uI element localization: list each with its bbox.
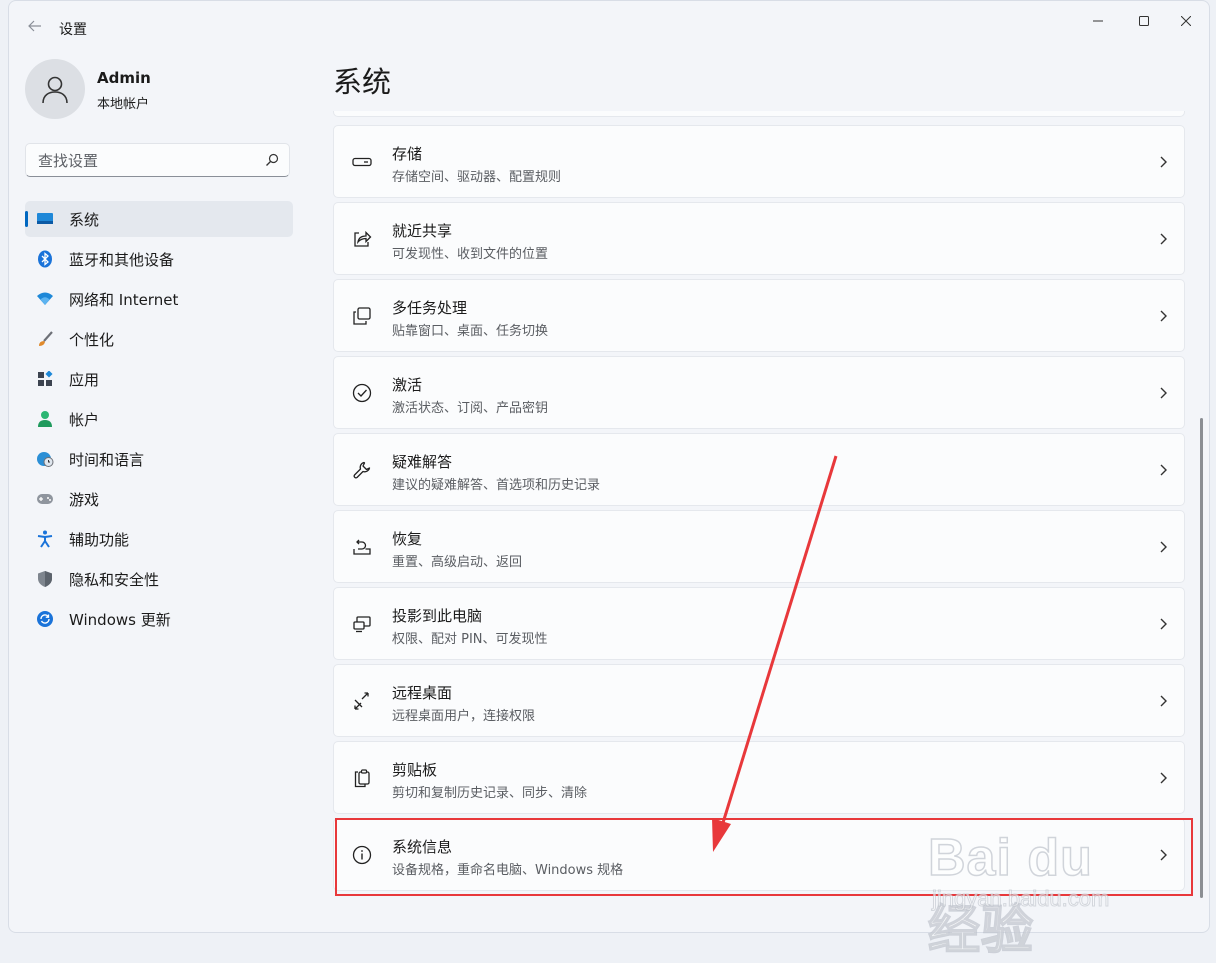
back-arrow-icon[interactable]	[23, 15, 47, 39]
card-title: 多任务处理	[392, 299, 468, 317]
sidebar-item-label: 个性化	[69, 330, 115, 349]
settings-card-partial[interactable]	[333, 111, 1185, 117]
display-icon	[36, 210, 54, 228]
sidebar-item-label: 系统	[69, 210, 100, 229]
card-title: 激活	[392, 376, 423, 394]
sidebar-item-label: Windows 更新	[69, 610, 171, 629]
card-description: 激活状态、订阅、产品密钥	[392, 401, 549, 416]
projection-icon	[351, 613, 373, 635]
card-description: 权限、配对 PIN、可发现性	[392, 632, 548, 647]
maximize-button[interactable]	[1121, 5, 1167, 37]
sidebar-item-label: 蓝牙和其他设备	[69, 250, 175, 269]
sidebar-item-label: 应用	[69, 370, 100, 389]
wifi-icon	[36, 290, 54, 308]
sidebar-item-label: 游戏	[69, 490, 100, 509]
sidebar-item-label: 时间和语言	[69, 450, 145, 469]
card-description: 剪切和复制历史记录、同步、清除	[392, 786, 588, 801]
settings-card-multitasking[interactable]: 多任务处理 贴靠窗口、桌面、任务切换	[333, 279, 1185, 352]
card-title: 远程桌面	[392, 684, 453, 702]
sidebar-item-label: 辅助功能	[69, 530, 130, 549]
bluetooth-icon	[36, 250, 54, 268]
settings-card-nearby-sharing[interactable]: 就近共享 可发现性、收到文件的位置	[333, 202, 1185, 275]
wrench-icon	[351, 459, 373, 481]
chevron-right-icon	[1160, 618, 1167, 630]
check-circle-icon	[351, 382, 373, 404]
chevron-right-icon	[1160, 387, 1167, 399]
user-name: Admin	[97, 69, 151, 87]
sidebar-item-gaming[interactable]: 游戏	[25, 481, 293, 517]
card-description: 重置、高级启动、返回	[392, 555, 523, 570]
sidebar-item-bluetooth[interactable]: 蓝牙和其他设备	[25, 241, 293, 277]
search-box[interactable]	[25, 143, 290, 177]
chevron-right-icon	[1160, 156, 1167, 168]
storage-drive-icon	[351, 151, 373, 173]
settings-card-troubleshoot[interactable]: 疑难解答 建议的疑难解答、首选项和历史记录	[333, 433, 1185, 506]
multitask-icon	[351, 305, 373, 327]
person-icon	[36, 410, 54, 428]
chevron-right-icon	[1160, 464, 1167, 476]
card-description: 远程桌面用户，连接权限	[392, 709, 536, 724]
sidebar-item-system[interactable]: 系统	[25, 201, 293, 237]
chevron-right-icon	[1160, 310, 1167, 322]
search-input[interactable]	[36, 150, 260, 172]
sidebar-item-label: 帐户	[69, 410, 100, 429]
app-title: 设置	[59, 22, 87, 38]
sidebar-item-time-language[interactable]: 时间和语言	[25, 441, 293, 477]
card-title: 存储	[392, 145, 423, 163]
close-button[interactable]	[1163, 5, 1209, 37]
card-title: 剪贴板	[392, 761, 438, 779]
card-description: 建议的疑难解答、首选项和历史记录	[392, 478, 601, 493]
share-icon	[351, 228, 373, 250]
sidebar-item-network[interactable]: 网络和 Internet	[25, 281, 293, 317]
sidebar-item-privacy[interactable]: 隐私和安全性	[25, 561, 293, 597]
title-bar: 设置	[9, 1, 1209, 49]
settings-card-clipboard[interactable]: 剪贴板 剪切和复制历史记录、同步、清除	[333, 741, 1185, 814]
search-icon[interactable]	[265, 153, 279, 167]
sidebar-item-windows-update[interactable]: Windows 更新	[25, 601, 293, 637]
card-title: 恢复	[392, 530, 423, 548]
card-description: 可发现性、收到文件的位置	[392, 247, 549, 262]
minimize-button[interactable]	[1075, 5, 1121, 37]
sidebar-item-label: 网络和 Internet	[69, 290, 179, 309]
gamepad-icon	[36, 490, 54, 508]
settings-card-storage[interactable]: 存储 存储空间、驱动器、配置规则	[333, 125, 1185, 198]
card-title: 就近共享	[392, 222, 453, 240]
chevron-right-icon	[1160, 541, 1167, 553]
accessibility-icon	[36, 530, 54, 548]
settings-card-remote-desktop[interactable]: 远程桌面 远程桌面用户，连接权限	[333, 664, 1185, 737]
baidu-jingyan-watermark: Bai du 经验 jingyan.baidu.com	[927, 808, 1158, 961]
recovery-icon	[351, 536, 373, 558]
shield-icon	[36, 570, 54, 588]
chevron-right-icon	[1160, 772, 1167, 784]
brush-icon	[36, 330, 54, 348]
refresh-icon	[36, 610, 54, 628]
card-title: 疑难解答	[392, 453, 453, 471]
chevron-right-icon	[1160, 233, 1167, 245]
apps-icon	[36, 370, 54, 388]
vertical-scrollbar[interactable]	[1200, 418, 1203, 898]
account-type: 本地帐户	[97, 97, 150, 112]
settings-window: 设置 Admin 本地帐户 系统	[8, 0, 1210, 933]
sidebar-item-accessibility[interactable]: 辅助功能	[25, 521, 293, 557]
settings-card-recovery[interactable]: 恢复 重置、高级启动、返回	[333, 510, 1185, 583]
card-description: 存储空间、驱动器、配置规则	[392, 170, 562, 185]
remote-desktop-icon	[351, 690, 373, 712]
settings-card-project-to-pc[interactable]: 投影到此电脑 权限、配对 PIN、可发现性	[333, 587, 1185, 660]
sidebar-item-apps[interactable]: 应用	[25, 361, 293, 397]
sidebar-item-accounts[interactable]: 帐户	[25, 401, 293, 437]
sidebar-item-label: 隐私和安全性	[69, 570, 160, 589]
chevron-right-icon	[1160, 695, 1167, 707]
sidebar-nav: 系统 蓝牙和其他设备 网络和 Internet 个性化 应用 帐户 时间和语言 …	[25, 201, 293, 641]
clipboard-icon	[351, 767, 373, 789]
avatar[interactable]	[25, 59, 85, 119]
person-avatar-icon	[42, 76, 68, 104]
card-description: 贴靠窗口、桌面、任务切换	[392, 324, 549, 339]
card-title: 投影到此电脑	[392, 607, 483, 625]
watermark-url: jingyan.baidu.com	[931, 886, 1110, 912]
page-title: 系统	[333, 65, 392, 99]
globe-clock-icon	[36, 450, 54, 468]
sidebar-item-personalization[interactable]: 个性化	[25, 321, 293, 357]
settings-card-activation[interactable]: 激活 激活状态、订阅、产品密钥	[333, 356, 1185, 429]
